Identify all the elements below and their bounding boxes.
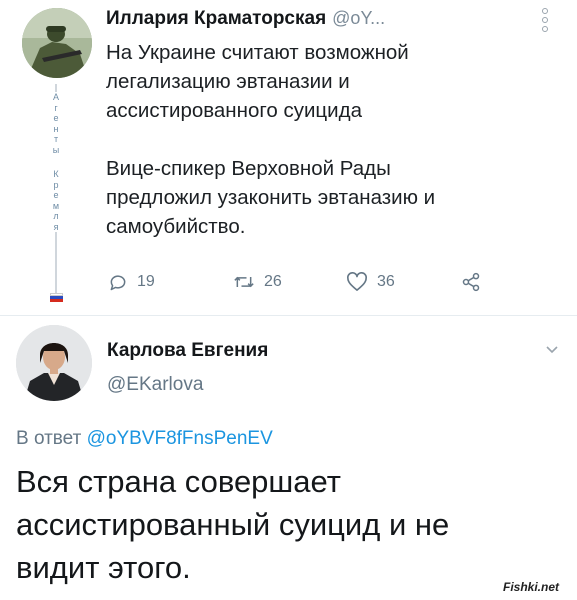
side-letter: р [53,179,59,190]
tweet-line: Вице-спикер Верховной Рады [106,157,391,180]
tweet-line: На Украине считают возможной [106,41,409,64]
chevron-down-icon[interactable] [545,342,559,360]
tweet-line: самоубийство. [106,215,246,238]
like-button[interactable]: 36 [346,272,395,292]
side-letter: м [52,200,60,211]
like-count: 36 [377,273,395,290]
reply-context: В ответ @oYBVF8fFnsPenEV [16,428,273,450]
share-icon [462,272,480,292]
side-letter: я [53,221,59,232]
tweet1-author[interactable]: Иллария Краматорская @oY... [106,8,385,30]
tweet-line: ассистированный суицид и не [16,507,450,542]
tweet2-author-handle[interactable]: @EKarlova [107,374,203,396]
retweet-count: 26 [264,273,282,290]
heart-icon [347,272,367,291]
side-letter: н [53,123,59,134]
reply-icon [110,275,126,291]
side-caption-agents-of-kremlin: А г е н т ы К р е м л я [49,92,63,232]
tweet-line: предложил узаконить эвтаназию и [106,186,436,209]
avatar-karlova[interactable] [16,325,92,401]
tweet2-author-name[interactable]: Карлова Евгения [107,340,268,362]
side-letter: л [53,211,59,221]
side-letter: г [54,102,58,113]
reply-to-link[interactable]: @oYBVF8fFnsPenEV [87,428,273,449]
side-letter: А [52,92,59,102]
side-letter: е [53,113,59,123]
side-letter: т [53,134,59,144]
retweet-button[interactable]: 26 [233,272,282,292]
reply-count: 19 [137,273,155,290]
tweet1-author-handle[interactable]: @oY... [332,8,385,28]
tweet-line: легализацию эвтаназии и [106,70,350,93]
tweet1-author-name[interactable]: Иллария Краматорская [106,8,326,29]
side-letter: К [53,169,59,179]
tweet1-text: На Украине считают возможной легализацию… [106,38,526,241]
share-button[interactable] [461,272,490,292]
watermark: Fishki.net [503,580,560,594]
side-letter: е [53,190,59,200]
side-letter: ы [52,144,60,155]
tweet-line: Вся страна совершает [16,464,341,499]
tweet-line: видит этого. [16,550,191,585]
reply-button[interactable]: 19 [108,272,155,292]
russian-flag-icon [50,293,63,302]
tweet2-text: Вся страна совершает ассистированный суи… [16,460,556,589]
tweet-line: ассистированного суицида [106,99,362,122]
retweet-icon [234,276,254,288]
tweet-divider [0,315,577,316]
reply-prefix: В ответ [16,428,82,449]
avatar-illaria[interactable] [22,8,92,78]
more-options-icon[interactable] [542,8,550,35]
side-letter-gap [49,155,63,169]
